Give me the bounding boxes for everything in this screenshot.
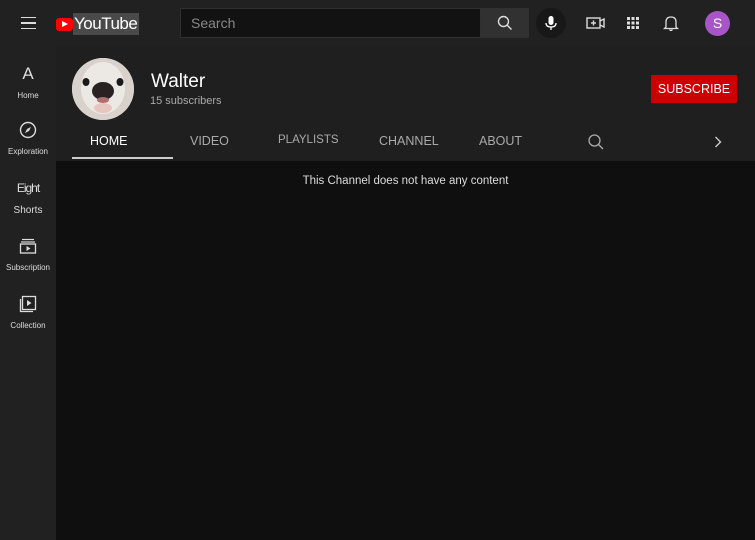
active-tab-indicator: [72, 157, 173, 159]
subscriber-count: 15 subscribers: [150, 95, 222, 107]
sidebar-item-shorts[interactable]: Eight Shorts: [0, 176, 56, 230]
channel-avatar[interactable]: [72, 58, 134, 120]
logo-text: YouTube: [73, 13, 140, 35]
compass-icon: [19, 118, 37, 142]
sidebar-item-collection[interactable]: Collection: [0, 292, 56, 346]
notifications-bell-icon: [663, 16, 679, 32]
search-icon: [497, 15, 512, 30]
microphone-icon: [545, 16, 557, 30]
sidebar: A Home Exploration Eight Shorts Subscrip…: [0, 46, 56, 540]
sidebar-item-subscription[interactable]: Subscription: [0, 234, 56, 288]
channel-search-icon[interactable]: [587, 133, 605, 151]
channel-header: Walter 15 subscribers SUBSCRIBE HOME VID…: [56, 46, 755, 161]
youtube-logo[interactable]: YouTube: [56, 13, 140, 35]
library-icon: [19, 292, 37, 316]
subscribe-button[interactable]: SUBSCRIBE: [651, 75, 737, 103]
sidebar-item-label: Exploration: [7, 147, 49, 156]
tab-video[interactable]: VIDEO: [190, 134, 229, 160]
create-video-icon: [586, 17, 605, 29]
apps-grid-icon: [627, 17, 639, 29]
subscriptions-icon: [19, 234, 37, 258]
sidebar-item-label: Shorts: [13, 205, 43, 216]
top-bar: YouTube S: [0, 0, 755, 46]
create-video-button[interactable]: [584, 11, 608, 35]
account-avatar[interactable]: S: [705, 11, 730, 36]
search-input[interactable]: [180, 8, 480, 38]
tab-channel[interactable]: CHANNEL: [379, 134, 439, 160]
sidebar-item-label: Collection: [10, 321, 46, 330]
menu-icon[interactable]: [14, 9, 42, 37]
notifications-button[interactable]: [659, 11, 683, 35]
voice-search-button[interactable]: [536, 8, 566, 38]
apps-button[interactable]: [621, 11, 645, 35]
home-icon: A: [22, 64, 34, 83]
channel-name: Walter: [151, 71, 206, 92]
sidebar-item-label: Subscription: [5, 263, 51, 272]
search-button[interactable]: [480, 8, 529, 38]
tab-about[interactable]: ABOUT: [479, 134, 522, 160]
empty-content-message: This Channel does not have any content: [302, 175, 509, 187]
shorts-icon: Eight: [16, 181, 40, 195]
sidebar-item-exploration[interactable]: Exploration: [0, 118, 56, 172]
sidebar-item-label: Home: [17, 91, 39, 100]
youtube-play-icon: [56, 17, 73, 31]
chevron-right-icon[interactable]: [712, 135, 724, 149]
tab-playlists[interactable]: PLAYLISTS: [278, 134, 339, 160]
sidebar-item-home[interactable]: A Home: [0, 62, 56, 116]
